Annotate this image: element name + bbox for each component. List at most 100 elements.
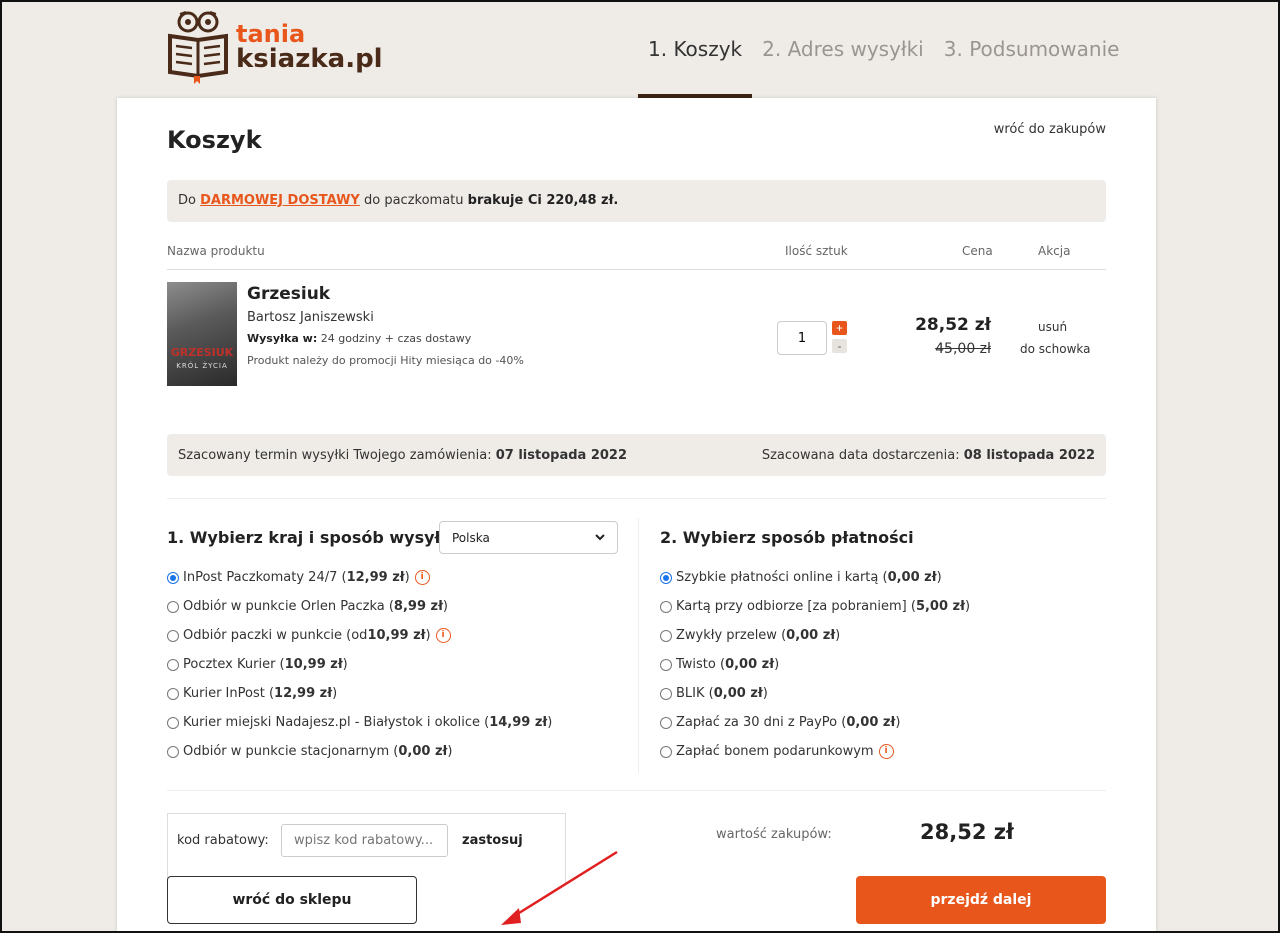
- col-action: Akcja: [1038, 244, 1071, 258]
- shipping-option-stationary-pickup[interactable]: Odbiór w punkcie stacjonarnym (0,00 zł): [167, 744, 452, 759]
- free-shipping-link[interactable]: DARMOWEJ DOSTAWY: [200, 193, 360, 208]
- option-price: 5,00 zł: [915, 599, 965, 614]
- option-price: 0,00 zł: [398, 744, 448, 759]
- save-for-later-link[interactable]: do schowka: [1020, 342, 1090, 356]
- option-label-end: ): [425, 628, 431, 643]
- country-selected-value: Polska: [452, 530, 490, 545]
- radio-button[interactable]: [660, 687, 672, 700]
- logo-line2: ksiazka.pl: [236, 44, 383, 74]
- option-label-end: ): [964, 599, 971, 614]
- radio-button[interactable]: [660, 629, 672, 642]
- product-old-price: 45,00 zł: [935, 341, 991, 357]
- col-quantity: Ilość sztuk: [785, 244, 848, 258]
- radio-button[interactable]: [167, 600, 179, 613]
- radio-button[interactable]: [660, 716, 672, 729]
- option-price: 8,99 zł: [393, 599, 443, 614]
- option-label-end: ): [442, 599, 448, 614]
- option-price: 12,99 zł: [346, 570, 405, 585]
- apply-promo-button[interactable]: zastosuj: [462, 833, 523, 848]
- option-label: Twisto (: [676, 657, 726, 672]
- step-address[interactable]: 2. Adres wysyłki: [762, 0, 924, 98]
- shipping-option-orlen-paczka[interactable]: Odbiór w punkcie Orlen Paczka (8,99 zł): [167, 599, 448, 614]
- step-summary[interactable]: 3. Podsumowanie: [944, 0, 1120, 98]
- option-price: 10,99 zł: [367, 628, 426, 643]
- product-cover-image[interactable]: GRZESIUK KRÓL ŻYCIA: [167, 282, 237, 386]
- country-select[interactable]: Polska: [439, 521, 618, 554]
- info-icon[interactable]: i: [878, 744, 894, 759]
- radio-button[interactable]: [660, 745, 672, 758]
- product-price: 28,52 zł: [915, 315, 991, 335]
- shipping-time-label: Wysyłka w:: [247, 332, 318, 345]
- quantity-decrease-button[interactable]: -: [832, 339, 847, 353]
- payment-option-paypo[interactable]: Zapłać za 30 dni z PayPo (0,00 zł): [660, 715, 900, 730]
- page-title: Koszyk: [167, 126, 262, 154]
- option-label-end: ): [835, 628, 841, 643]
- radio-button[interactable]: [167, 716, 179, 729]
- logo-wordmark: tania ksiazka.pl: [236, 22, 383, 72]
- free-shipping-notice: Do DARMOWEJ DOSTAWY do paczkomatu brakuj…: [167, 180, 1106, 222]
- shipping-option-pocztex[interactable]: Pocztex Kurier (10,99 zł): [167, 657, 348, 672]
- promo-code-label: kod rabatowy:: [177, 833, 269, 848]
- option-label-end: ): [342, 657, 348, 672]
- product-name[interactable]: Grzesiuk: [247, 284, 330, 304]
- ship-date-value: 07 listopada 2022: [495, 448, 628, 463]
- option-price: 14,99 zł: [489, 715, 548, 730]
- option-label-end: ): [332, 686, 338, 701]
- order-value-label: wartość zakupów:: [716, 827, 832, 842]
- proceed-button[interactable]: przejdź dalej: [856, 876, 1106, 924]
- radio-button[interactable]: [660, 600, 672, 613]
- back-to-shopping-link[interactable]: wróć do zakupów: [994, 122, 1106, 137]
- payment-option-gift-voucher[interactable]: Zapłać bonem podarunkowym i: [660, 744, 894, 759]
- option-label: InPost Paczkomaty 24/7 (: [183, 570, 347, 585]
- notice-prefix: Do: [178, 193, 196, 208]
- info-icon[interactable]: i: [414, 570, 430, 585]
- radio-selected[interactable]: [660, 571, 672, 584]
- option-label-end: ): [447, 744, 453, 759]
- radio-selected[interactable]: [167, 571, 179, 584]
- radio-button[interactable]: [167, 658, 179, 671]
- shipping-section-title: 1. Wybierz kraj i sposób wysyłki: [167, 528, 457, 547]
- option-label: Kurier InPost (: [183, 686, 275, 701]
- shipping-option-kurier-inpost[interactable]: Kurier InPost (12,99 zł): [167, 686, 337, 701]
- shipping-option-pickup-point[interactable]: Odbiór paczki w punkcie (od 10,99 zł) i: [167, 628, 451, 643]
- delivery-dates-bar: Szacowany termin wysyłki Twojego zamówie…: [167, 434, 1106, 476]
- option-price: 0,00 zł: [846, 715, 896, 730]
- option-label: Kurier miejski Nadajesz.pl - Białystok i…: [183, 715, 490, 730]
- back-to-shop-button[interactable]: wróć do sklepu: [167, 876, 417, 924]
- payment-option-online[interactable]: Szybkie płatności online i kartą (0,00 z…: [660, 570, 942, 585]
- step-cart[interactable]: 1. Koszyk: [638, 0, 753, 98]
- option-price: 10,99 zł: [284, 657, 343, 672]
- info-icon[interactable]: i: [435, 628, 451, 643]
- radio-button[interactable]: [167, 687, 179, 700]
- radio-button[interactable]: [660, 658, 672, 671]
- payment-option-cod[interactable]: Kartą przy odbiorze [za pobraniem] (5,00…: [660, 599, 970, 614]
- promo-code-input[interactable]: [281, 824, 448, 857]
- option-price: 0,00 zł: [725, 657, 775, 672]
- radio-button[interactable]: [167, 745, 179, 758]
- radio-button[interactable]: [167, 629, 179, 642]
- shipping-time-value: 24 godziny + czas dostawy: [320, 332, 472, 345]
- payment-option-transfer[interactable]: Zwykły przelew (0,00 zł): [660, 628, 840, 643]
- payment-option-blik[interactable]: BLIK (0,00 zł): [660, 686, 768, 701]
- quantity-input[interactable]: [777, 321, 827, 355]
- ship-date-info: Szacowany termin wysyłki Twojego zamówie…: [178, 448, 627, 463]
- column-divider: [638, 518, 639, 773]
- divider: [167, 790, 1106, 791]
- order-value-amount: 28,52 zł: [920, 820, 1014, 844]
- cover-subtitle: KRÓL ŻYCIA: [176, 362, 228, 370]
- delivery-date-label: Szacowana data dostarczenia:: [761, 448, 960, 463]
- remove-item-link[interactable]: usuń: [1038, 320, 1067, 334]
- cart-card: Koszyk wróć do zakupów Do DARMOWEJ DOSTA…: [117, 98, 1156, 933]
- quantity-increase-button[interactable]: +: [832, 321, 847, 335]
- payment-option-twisto[interactable]: Twisto (0,00 zł): [660, 657, 779, 672]
- option-label-end: ): [404, 570, 410, 585]
- col-product-name: Nazwa produktu: [167, 244, 265, 258]
- chevron-down-icon: [595, 534, 605, 541]
- site-logo[interactable]: tania ksiazka.pl: [166, 10, 383, 84]
- shipping-option-nadajesz[interactable]: Kurier miejski Nadajesz.pl - Białystok i…: [167, 715, 552, 730]
- shipping-option-inpost-paczkomaty[interactable]: InPost Paczkomaty 24/7 (12,99 zł) i: [167, 570, 430, 585]
- option-label: Odbiór w punkcie Orlen Paczka (: [183, 599, 394, 614]
- payment-section-title: 2. Wybierz sposób płatności: [660, 528, 914, 547]
- cart-table-header: Nazwa produktu Ilość sztuk Cena Akcja: [167, 238, 1106, 270]
- option-label-end: ): [547, 715, 553, 730]
